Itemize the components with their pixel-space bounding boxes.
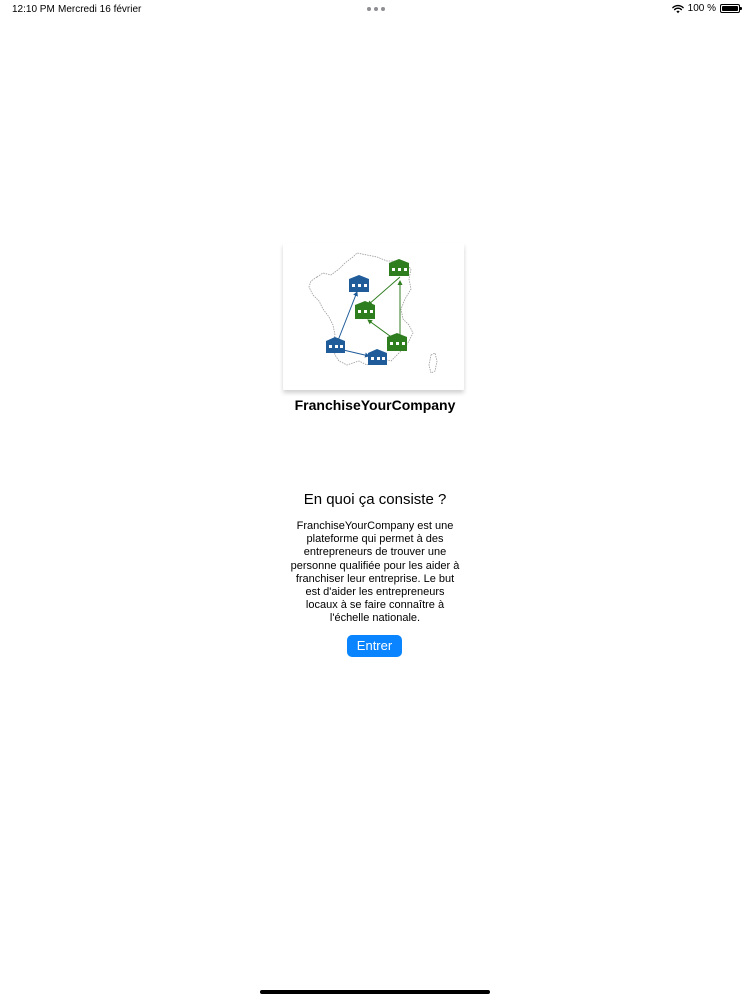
- france-map-franchise-icon: [308, 252, 438, 374]
- multitasking-dots-icon[interactable]: [367, 7, 385, 11]
- enter-button[interactable]: Entrer: [347, 635, 402, 657]
- battery-level: [722, 6, 738, 11]
- battery-percent: 100 %: [687, 3, 716, 14]
- app-logo: [283, 243, 464, 390]
- app-screen: 12:10 PM Mercredi 16 février 100 % Franc…: [0, 0, 750, 1000]
- description-text: FranchiseYourCompany est une plateforme …: [290, 520, 460, 625]
- battery-icon: [720, 4, 742, 13]
- status-date: Mercredi 16 février: [58, 4, 142, 15]
- status-indicators: 100 %: [671, 3, 742, 14]
- section-heading: En quoi ça consiste ?: [303, 491, 447, 508]
- app-brand-title: FranchiseYourCompany: [294, 397, 456, 413]
- status-time: 12:10 PM: [12, 4, 55, 15]
- wifi-icon: [671, 4, 684, 13]
- status-bar: 12:10 PM Mercredi 16 février 100 %: [0, 0, 750, 20]
- home-indicator[interactable]: [260, 990, 490, 994]
